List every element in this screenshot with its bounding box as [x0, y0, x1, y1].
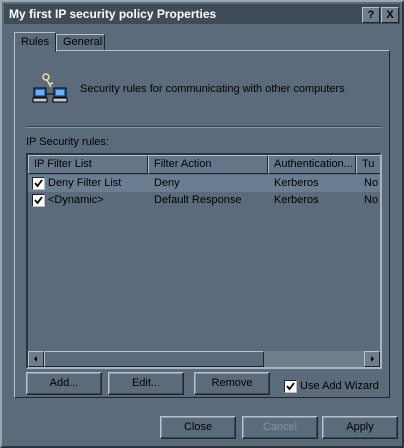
scroll-right-button[interactable] [364, 351, 380, 367]
rules-description: Security rules for communicating with ot… [80, 83, 345, 95]
tab-general-label: General [63, 36, 103, 48]
horizontal-scrollbar[interactable] [28, 351, 380, 367]
cell-filter-action: Default Response [154, 194, 242, 206]
close-window-button[interactable]: X [381, 7, 399, 23]
checkmark-icon [34, 196, 43, 205]
column-header-authentication[interactable]: Authentication... [268, 155, 356, 174]
checkmark-icon [34, 179, 43, 188]
table-row[interactable]: <Dynamic> Default Response Kerberos No [28, 192, 380, 209]
cancel-button[interactable]: Cancel [242, 416, 318, 439]
cell-tunnel: No [364, 194, 379, 206]
apply-button[interactable]: Apply [322, 416, 398, 439]
edit-button[interactable]: Edit... [108, 372, 184, 395]
column-header-label: IP Filter List [34, 158, 92, 170]
ip-security-rules-label: IP Security rules: [26, 136, 109, 148]
ip-security-rules-list[interactable]: IP Filter List Filter Action Authenticat… [26, 153, 382, 369]
scroll-thumb[interactable] [44, 351, 264, 367]
arrow-left-icon [34, 356, 37, 362]
remove-button[interactable]: Remove [194, 372, 270, 395]
column-header-label: Authentication... [274, 158, 353, 170]
divider [26, 126, 382, 128]
use-add-wizard-checkbox[interactable] [284, 380, 297, 393]
column-header-ip-filter-list[interactable]: IP Filter List [28, 155, 148, 174]
arrow-right-icon [371, 356, 374, 362]
column-header-tunnel[interactable]: Tu [356, 155, 380, 174]
cell-filter-action: Deny [154, 177, 180, 189]
add-button[interactable]: Add... [26, 372, 102, 395]
cell-filter-list: Deny Filter List [48, 177, 122, 189]
window-title: My first IP security policy Properties [9, 7, 217, 21]
tab-rules[interactable]: Rules [14, 32, 56, 52]
cell-authentication: Kerberos [274, 177, 319, 189]
column-header-label: Tu [362, 158, 375, 170]
network-security-icon [32, 73, 68, 103]
column-header-filter-action[interactable]: Filter Action [148, 155, 268, 174]
close-button[interactable]: Close [160, 416, 236, 439]
tab-rules-label: Rules [21, 36, 50, 48]
title-bar[interactable]: My first IP security policy Properties ?… [4, 4, 400, 24]
rule-checkbox[interactable] [32, 194, 45, 207]
column-header-label: Filter Action [154, 158, 212, 170]
checkmark-icon [286, 382, 295, 391]
cell-authentication: Kerberos [274, 194, 319, 206]
cell-filter-list: <Dynamic> [48, 194, 104, 206]
properties-dialog: My first IP security policy Properties ?… [0, 0, 404, 448]
table-row[interactable]: Deny Filter List Deny Kerberos No [28, 175, 380, 192]
cell-tunnel: No [364, 177, 379, 189]
help-button[interactable]: ? [362, 7, 380, 23]
use-add-wizard-label[interactable]: Use Add Wizard [300, 380, 379, 392]
rule-checkbox[interactable] [32, 177, 45, 190]
scroll-left-button[interactable] [28, 351, 44, 367]
